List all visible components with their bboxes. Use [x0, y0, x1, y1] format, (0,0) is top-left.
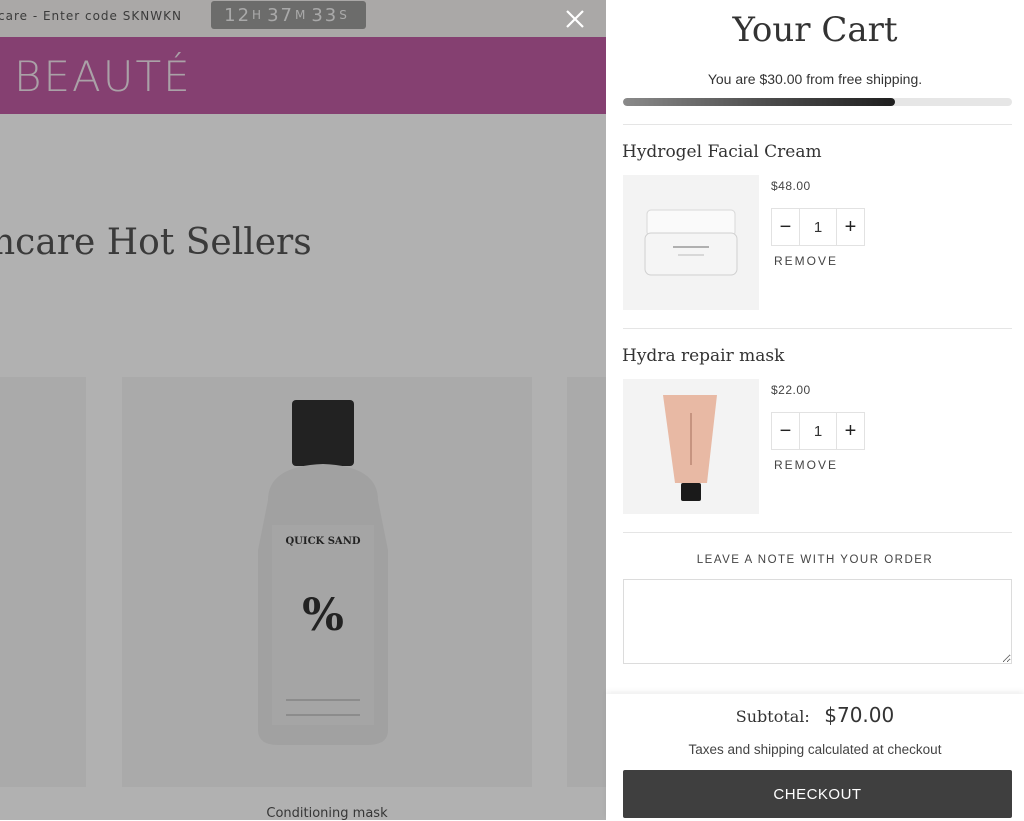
increase-quantity-button[interactable]: + [837, 413, 864, 449]
quantity-value[interactable]: 1 [799, 413, 837, 449]
subtotal-value: $70.00 [824, 703, 895, 727]
free-shipping-progress-fill [623, 98, 896, 106]
cart-item-price: $22.00 [771, 383, 811, 397]
close-icon[interactable] [560, 4, 590, 34]
cart-drawer: Your Cart You are $30.00 from free shipp… [606, 0, 1024, 820]
order-note-textarea[interactable] [623, 579, 1012, 664]
cart-item-price: $48.00 [771, 179, 811, 193]
remove-item-button[interactable]: REMOVE [774, 254, 838, 268]
cart-footer: Subtotal: $70.00 Taxes and shipping calc… [606, 694, 1024, 820]
free-shipping-progress-bar [623, 98, 1012, 106]
decrease-quantity-button[interactable]: − [772, 209, 799, 245]
cart-item-image[interactable] [623, 175, 759, 310]
divider [623, 124, 1012, 125]
cart-item-name[interactable]: Hydra repair mask [622, 346, 784, 366]
quantity-stepper: − 1 + [771, 208, 865, 246]
cream-jar-image [644, 209, 738, 276]
divider [623, 328, 1012, 329]
quantity-stepper: − 1 + [771, 412, 865, 450]
order-note-label: LEAVE A NOTE WITH YOUR ORDER [696, 554, 934, 566]
subtotal-row: Subtotal: $70.00 [606, 703, 1024, 727]
decrease-quantity-button[interactable]: − [772, 413, 799, 449]
cart-item-name[interactable]: Hydrogel Facial Cream [622, 142, 822, 162]
increase-quantity-button[interactable]: + [837, 209, 864, 245]
cart-title: Your Cart [732, 10, 898, 50]
page-overlay[interactable] [0, 0, 606, 820]
mask-tube-image [663, 395, 717, 501]
subtotal-label: Subtotal: [735, 707, 810, 726]
checkout-button[interactable]: CHECKOUT [623, 770, 1012, 818]
remove-item-button[interactable]: REMOVE [774, 458, 838, 472]
tax-shipping-note: Taxes and shipping calculated at checkou… [688, 742, 942, 757]
divider [623, 532, 1012, 533]
cart-item-image[interactable] [623, 379, 759, 514]
quantity-value[interactable]: 1 [799, 209, 837, 245]
free-shipping-message: You are $30.00 from free shipping. [707, 71, 923, 87]
